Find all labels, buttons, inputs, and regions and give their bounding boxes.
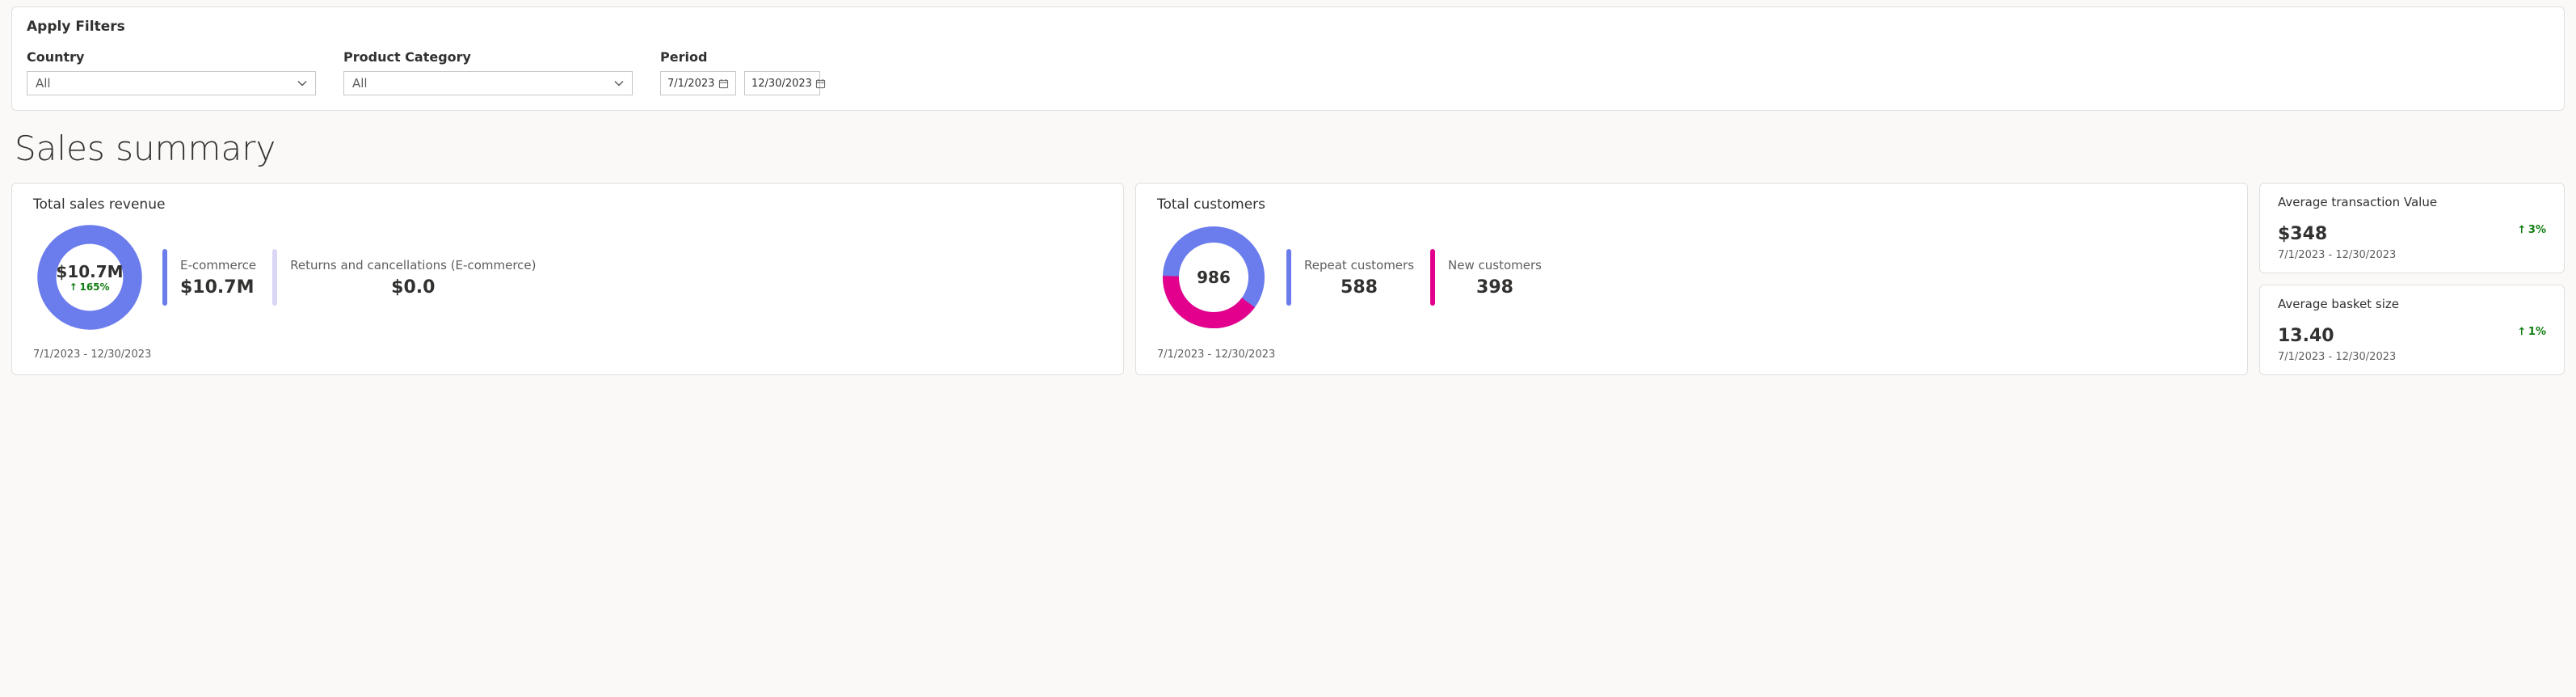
card-total-customers: Total customers 986 Repeat customers 588	[1135, 183, 2248, 375]
avg-basket-range: 7/1/2023 - 12/30/2023	[2278, 351, 2546, 363]
donut-center: 986	[1157, 221, 1270, 334]
filter-country: Country All	[27, 49, 316, 95]
ecommerce-label: E-commerce	[180, 258, 256, 272]
revenue-total-value: $10.7M	[56, 262, 123, 281]
filter-period: Period 7/1/2023 12/30/2023	[660, 49, 820, 95]
repeat-label: Repeat customers	[1304, 258, 1414, 272]
period-start-value: 7/1/2023	[667, 78, 714, 90]
filter-country-label: Country	[27, 49, 316, 65]
customers-donut: 986	[1157, 221, 1270, 334]
card-title: Total sales revenue	[33, 196, 1102, 213]
page-title: Sales summary	[15, 129, 2565, 168]
revenue-donut: $10.7M ↗165%	[33, 221, 146, 334]
metric-repeat-customers: Repeat customers 588	[1286, 249, 1414, 306]
avg-basket-title: Average basket size	[2278, 297, 2546, 311]
period-inputs: 7/1/2023 12/30/2023	[660, 71, 820, 95]
card-title: Total customers	[1157, 196, 2226, 213]
filters-card: Apply Filters Country All Product Catego…	[11, 6, 2565, 111]
metric-returns: Returns and cancellations (E-commerce) $…	[272, 249, 536, 306]
new-value: 398	[1476, 277, 1513, 298]
card-average-transaction-value: Average transaction Value $348 ↗3% 7/1/2…	[2259, 183, 2565, 273]
avg-basket-value: 13.40	[2278, 326, 2334, 346]
side-column: Average transaction Value $348 ↗3% 7/1/2…	[2259, 183, 2565, 375]
chevron-down-icon	[614, 78, 624, 88]
filter-category-label: Product Category	[343, 49, 633, 65]
category-select-value: All	[352, 76, 368, 91]
bar-indicator-icon	[1430, 249, 1435, 306]
revenue-date-range: 7/1/2023 - 12/30/2023	[33, 348, 1102, 361]
country-select-value: All	[36, 76, 51, 91]
bar-indicator-icon	[272, 249, 277, 306]
returns-label: Returns and cancellations (E-commerce)	[290, 258, 536, 272]
period-start-input[interactable]: 7/1/2023	[660, 71, 736, 95]
filters-row: Country All Product Category All Period …	[27, 49, 2549, 95]
filter-category: Product Category All	[343, 49, 633, 95]
filter-period-label: Period	[660, 49, 820, 65]
new-label: New customers	[1448, 258, 1542, 272]
bar-indicator-icon	[162, 249, 167, 306]
period-end-input[interactable]: 12/30/2023	[744, 71, 820, 95]
customers-date-range: 7/1/2023 - 12/30/2023	[1157, 348, 2226, 361]
calendar-icon	[718, 78, 729, 89]
chevron-down-icon	[297, 78, 307, 88]
avg-transaction-value: $348	[2278, 224, 2327, 244]
filters-title: Apply Filters	[27, 19, 2549, 35]
summary-cards: Total sales revenue $10.7M ↗165% E-comme…	[11, 183, 2565, 375]
customers-row: 986 Repeat customers 588 New customers 3…	[1157, 221, 2226, 334]
customers-total-value: 986	[1197, 268, 1231, 287]
revenue-delta: ↗165%	[69, 281, 109, 293]
bar-indicator-icon	[1286, 249, 1291, 306]
repeat-value: 588	[1341, 277, 1378, 298]
avg-transaction-title: Average transaction Value	[2278, 195, 2546, 209]
card-total-sales-revenue: Total sales revenue $10.7M ↗165% E-comme…	[11, 183, 1124, 375]
returns-value: $0.0	[391, 277, 435, 298]
avg-transaction-range: 7/1/2023 - 12/30/2023	[2278, 249, 2546, 261]
avg-transaction-delta: ↗3%	[2518, 224, 2546, 236]
ecommerce-value: $10.7M	[180, 277, 256, 298]
revenue-row: $10.7M ↗165% E-commerce $10.7M Returns a…	[33, 221, 1102, 334]
calendar-icon	[815, 78, 826, 89]
metric-new-customers: New customers 398	[1430, 249, 1542, 306]
period-end-value: 12/30/2023	[751, 78, 812, 90]
donut-center: $10.7M ↗165%	[33, 221, 146, 334]
card-average-basket-size: Average basket size 13.40 ↗1% 7/1/2023 -…	[2259, 285, 2565, 375]
country-select[interactable]: All	[27, 71, 316, 95]
avg-basket-delta: ↗1%	[2518, 326, 2546, 338]
category-select[interactable]: All	[343, 71, 633, 95]
metric-ecommerce: E-commerce $10.7M	[162, 249, 256, 306]
